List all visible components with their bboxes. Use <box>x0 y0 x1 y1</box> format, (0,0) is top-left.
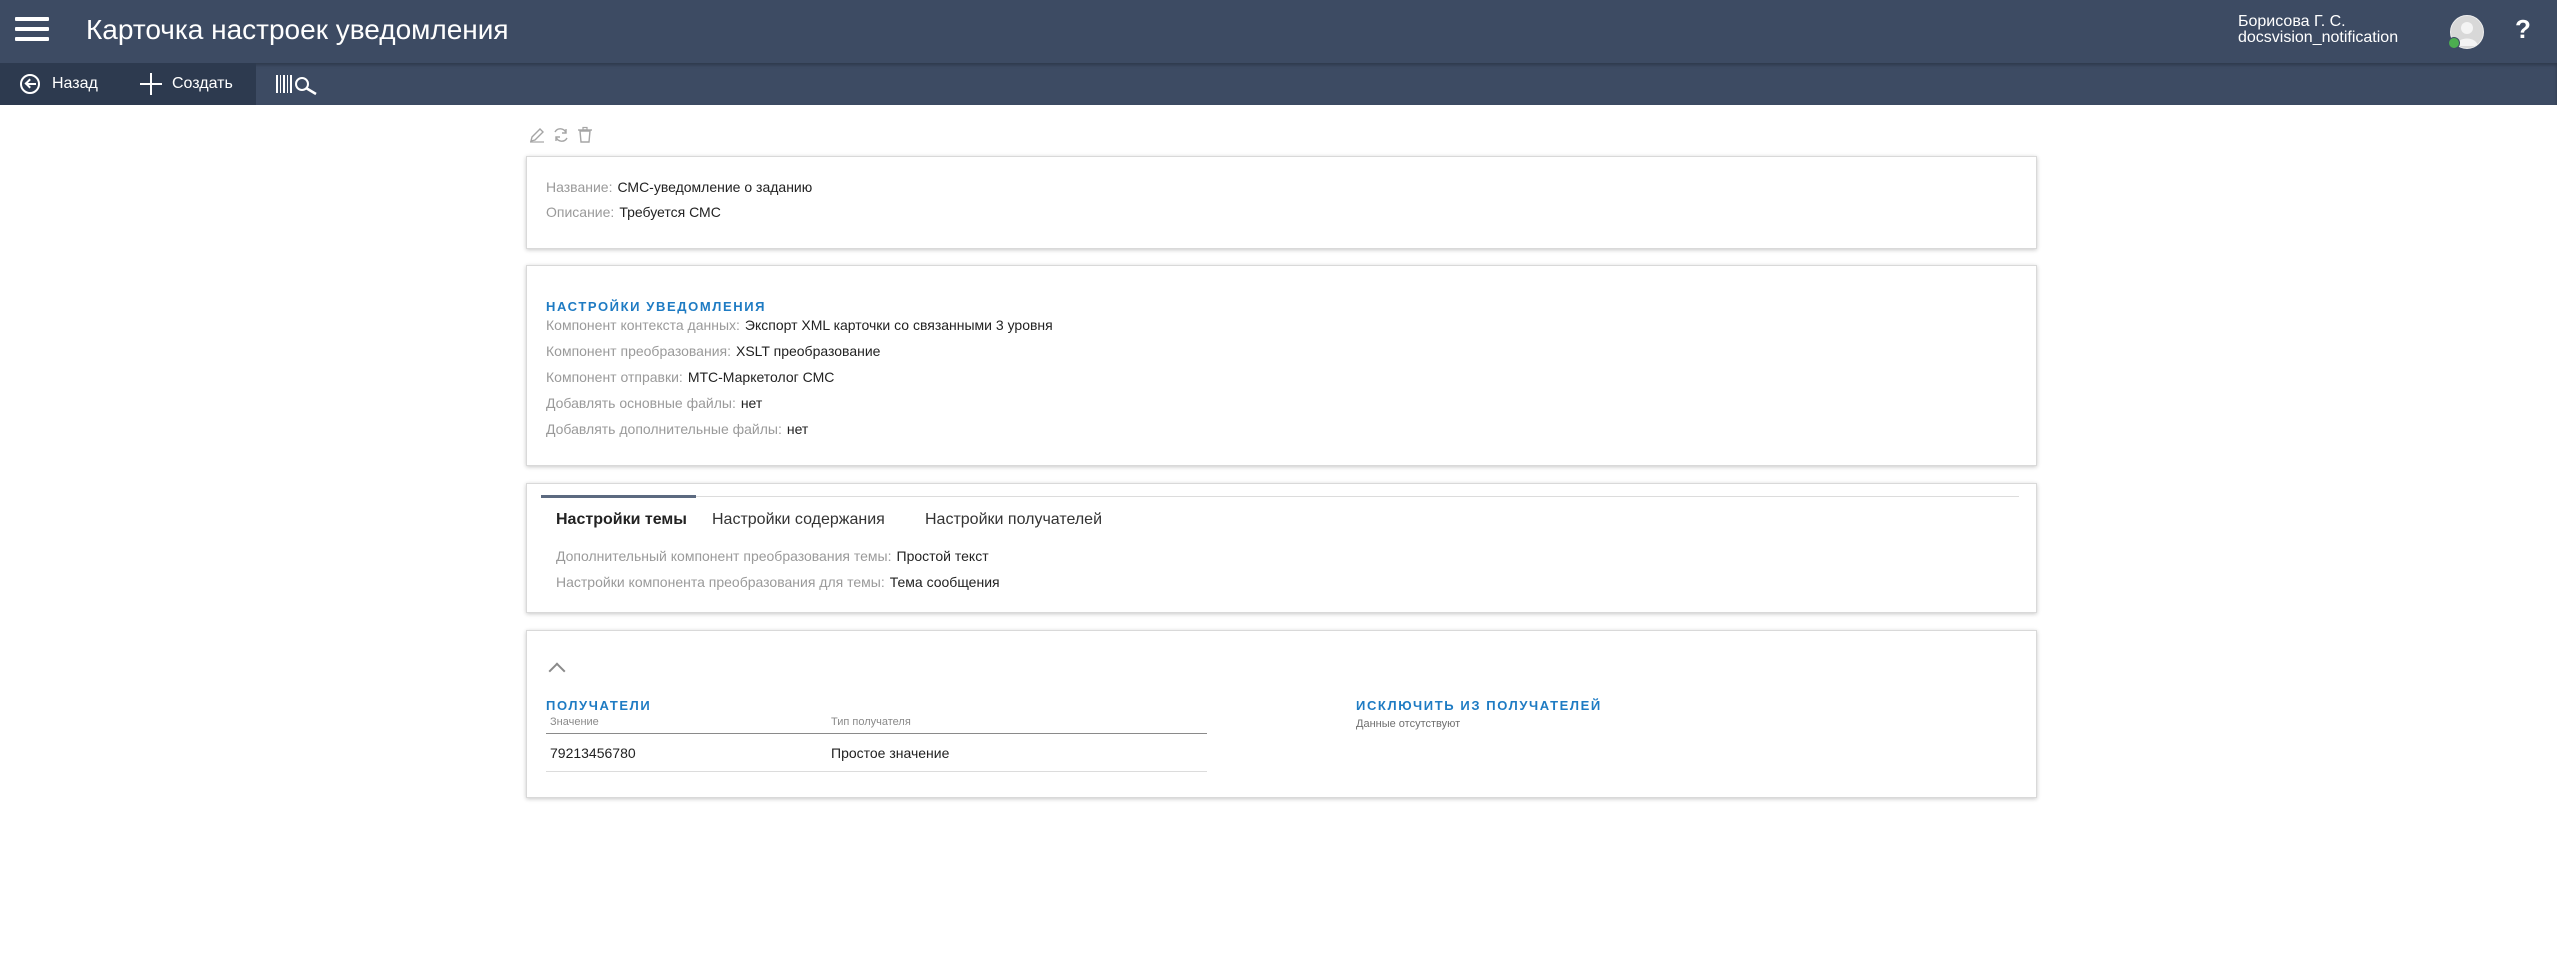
tab-theme-settings[interactable]: Настройки темы <box>556 511 687 529</box>
table-header-divider <box>546 733 1207 734</box>
back-button-label: Назад <box>52 75 98 92</box>
setting-label: Компонент контекста данных: <box>546 317 740 333</box>
barcode-search-icon <box>276 75 317 96</box>
setting-label: Добавлять дополнительные файлы: <box>546 421 782 437</box>
recipient-type: Простое значение <box>831 745 950 761</box>
toolbar: Назад Создать <box>0 63 2557 105</box>
name-label: Название: <box>546 179 613 195</box>
back-button[interactable]: Назад <box>20 63 98 105</box>
tab-content-settings[interactable]: Настройки содержания <box>712 511 885 529</box>
create-button-label: Создать <box>172 75 233 92</box>
refresh-icon[interactable] <box>552 126 570 144</box>
edit-icon[interactable] <box>528 126 546 144</box>
setting-value: XSLT преобразование <box>736 343 881 359</box>
theme-value: Тема сообщения <box>889 574 1000 590</box>
recipient-value: 79213456780 <box>550 745 636 761</box>
setting-label: Компонент отправки: <box>546 369 683 385</box>
help-icon[interactable]: ? <box>2510 16 2536 42</box>
theme-field: Настройки компонента преобразования для … <box>556 574 1000 590</box>
app-header: Карточка настроек уведомления Борисова Г… <box>0 0 2557 63</box>
recipients-title: ПОЛУЧАТЕЛИ <box>546 698 652 713</box>
setting-value: нет <box>740 395 763 411</box>
description-label: Описание: <box>546 204 615 220</box>
tabs-divider <box>541 496 2019 497</box>
exclude-recipients-title: ИСКЛЮЧИТЬ ИЗ ПОЛУЧАТЕЛЕЙ <box>1356 698 1602 713</box>
column-header-recipient-type[interactable]: Тип получателя <box>831 716 911 728</box>
description-value: Требуется СМС <box>619 204 721 220</box>
online-status-icon <box>2448 37 2460 49</box>
name-value: СМС-уведомление о заданию <box>617 179 813 195</box>
theme-field: Дополнительный компонент преобразования … <box>556 548 989 564</box>
recipients-card: ПОЛУЧАТЕЛИ Значение Тип получателя 79213… <box>526 630 2037 798</box>
page-title: Карточка настроек уведомления <box>86 14 509 45</box>
setting-label: Добавлять основные файлы: <box>546 395 736 411</box>
menu-icon[interactable] <box>15 17 49 43</box>
collapse-chevron-icon[interactable] <box>548 662 566 680</box>
tabs-card: Настройки темы Настройки содержания Наст… <box>526 483 2037 613</box>
notification-settings-title: НАСТРОЙКИ УВЕДОМЛЕНИЯ <box>546 299 767 314</box>
empty-data-note: Данные отсутствуют <box>1356 718 1461 730</box>
barcode-search-button[interactable] <box>276 72 320 96</box>
general-info-card: Название: СМС-уведомление о заданию Описа… <box>526 156 2037 249</box>
theme-label: Дополнительный компонент преобразования … <box>556 548 892 564</box>
setting-field: Компонент преобразования: XSLT преобразов… <box>546 343 880 359</box>
user-login: docsvision_notification <box>2238 29 2399 46</box>
setting-label: Компонент преобразования: <box>546 343 731 359</box>
column-header-value[interactable]: Значение <box>550 716 599 728</box>
name-field: Название: СМС-уведомление о заданию <box>546 179 812 195</box>
setting-field: Добавлять основные файлы: нет <box>546 395 762 411</box>
setting-value: Экспорт XML карточки со связанными 3 уро… <box>744 317 1053 333</box>
user-info[interactable]: Борисова Г. С. docsvision_notification <box>2238 14 2398 46</box>
create-button[interactable]: Создать <box>140 63 233 105</box>
plus-icon <box>140 73 162 95</box>
theme-value: Простой текст <box>896 548 989 564</box>
back-arrow-icon <box>20 74 40 94</box>
description-field: Описание: Требуется СМС <box>546 204 721 220</box>
active-tab-indicator <box>541 495 696 498</box>
setting-field: Компонент отправки: МТС-Маркетолог СМС <box>546 369 834 385</box>
setting-field: Добавлять дополнительные файлы: нет <box>546 421 808 437</box>
tab-recipient-settings[interactable]: Настройки получателей <box>925 511 1102 529</box>
setting-value: нет <box>786 421 809 437</box>
theme-label: Настройки компонента преобразования для … <box>556 574 885 590</box>
delete-icon[interactable] <box>576 126 594 144</box>
setting-value: МТС-Маркетолог СМС <box>687 369 835 385</box>
setting-field: Компонент контекста данных: Экспорт XML к… <box>546 317 1053 333</box>
user-name: Борисова Г. С. <box>2238 13 2346 30</box>
notification-settings-card: НАСТРОЙКИ УВЕДОМЛЕНИЯ Компонент контекст… <box>526 265 2037 466</box>
table-row-divider <box>546 771 1207 772</box>
